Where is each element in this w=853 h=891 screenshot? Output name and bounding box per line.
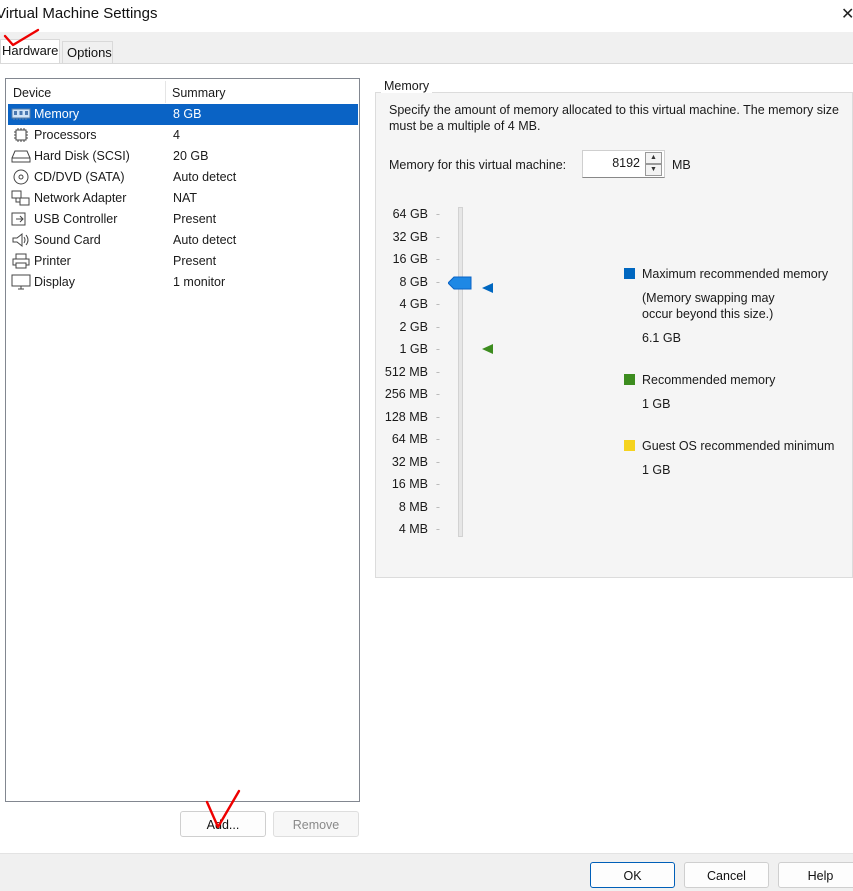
- device-name: Printer: [34, 254, 71, 268]
- memory-size-input[interactable]: 8192: [612, 156, 640, 170]
- device-list[interactable]: Device Summary Memory 8 GB Processors 4 …: [5, 78, 360, 802]
- device-name: Network Adapter: [34, 191, 127, 205]
- recommended-value: 1 GB: [642, 397, 671, 411]
- max-recommended-note: occur beyond this size.): [642, 307, 774, 321]
- decrement-arrow-icon[interactable]: ▼: [645, 164, 662, 176]
- max-recommended-swatch: [624, 268, 635, 279]
- device-name: USB Controller: [34, 212, 118, 226]
- scale-tick: 128 MB -: [384, 409, 440, 424]
- device-row-processors[interactable]: Processors 4: [8, 125, 358, 146]
- scale-tick: 512 MB -: [384, 364, 440, 379]
- device-row-display[interactable]: Display 1 monitor: [8, 272, 358, 293]
- recommended-marker-icon: [482, 344, 493, 354]
- processor-icon: [14, 128, 28, 142]
- add-device-button[interactable]: Add...: [180, 811, 266, 837]
- device-summary: Auto detect: [173, 233, 237, 247]
- ok-button[interactable]: OK: [590, 862, 675, 888]
- device-name: Memory: [34, 107, 80, 121]
- network-adapter-icon: [11, 190, 30, 206]
- max-recommended-note: (Memory swapping may: [642, 291, 775, 305]
- scale-tick: 8 GB -: [399, 274, 441, 289]
- memory-description: Specify the amount of memory allocated t…: [389, 103, 839, 133]
- usb-icon: [11, 212, 26, 226]
- printer-icon: [12, 253, 30, 269]
- memory-slider-thumb[interactable]: [448, 276, 472, 290]
- device-row-hard-disk[interactable]: Hard Disk (SCSI) 20 GB: [8, 146, 358, 167]
- speaker-icon: [12, 232, 29, 248]
- max-recommended-value: 6.1 GB: [642, 331, 681, 345]
- minimum-title: Guest OS recommended minimum: [642, 439, 835, 453]
- close-icon[interactable]: ✕: [841, 4, 853, 22]
- device-name: Display: [34, 275, 75, 289]
- column-header-device[interactable]: Device: [13, 86, 51, 100]
- tab-hardware[interactable]: Hardware: [0, 39, 60, 64]
- memory-size-stepper[interactable]: 8192 ▲ ▼: [582, 150, 665, 178]
- device-name: Processors: [34, 128, 97, 142]
- device-summary: Auto detect: [173, 170, 237, 184]
- hard-disk-icon: [11, 150, 31, 163]
- scale-tick: 32 GB -: [392, 229, 440, 244]
- device-summary: 20 GB: [173, 149, 209, 163]
- device-name: Hard Disk (SCSI): [34, 149, 130, 163]
- remove-device-button[interactable]: Remove: [273, 811, 359, 837]
- increment-arrow-icon[interactable]: ▲: [645, 152, 662, 164]
- tab-strip: Hardware Options: [0, 32, 853, 64]
- minimum-swatch: [624, 440, 635, 451]
- device-summary: NAT: [173, 191, 198, 205]
- device-name: CD/DVD (SATA): [34, 170, 125, 184]
- cd-dvd-icon: [13, 169, 29, 185]
- title-bar: Virtual Machine Settings ✕: [0, 0, 853, 32]
- recommended-swatch: [624, 374, 635, 385]
- scale-tick: 1 GB -: [399, 342, 441, 356]
- help-button[interactable]: Help: [778, 862, 853, 888]
- memory-icon: [11, 108, 31, 120]
- scale-tick: 8 MB -: [398, 499, 440, 514]
- memory-slider-track[interactable]: [458, 207, 463, 537]
- device-row-printer[interactable]: Printer Present: [8, 251, 358, 272]
- scale-tick: 4 GB -: [399, 297, 441, 311]
- minimum-value: 1 GB: [642, 463, 671, 477]
- scale-tick: 256 MB -: [384, 387, 440, 401]
- scale-tick: 32 MB -: [391, 454, 440, 469]
- scale-tick: 64 GB -: [392, 207, 440, 221]
- scale-tick: 2 GB -: [399, 319, 441, 334]
- memory-unit-label: MB: [672, 158, 691, 172]
- device-row-network-adapter[interactable]: Network Adapter NAT: [8, 188, 358, 209]
- column-header-summary[interactable]: Summary: [172, 86, 225, 100]
- device-row-usb-controller[interactable]: USB Controller Present: [8, 209, 358, 230]
- memory-field-label: Memory for this virtual machine:: [389, 158, 567, 172]
- device-list-header: Device Summary: [6, 81, 359, 103]
- device-summary: 4: [173, 128, 180, 142]
- device-name: Sound Card: [34, 233, 101, 247]
- tab-options[interactable]: Options: [62, 41, 113, 63]
- scale-tick: 16 MB -: [391, 477, 440, 491]
- max-recommended-title: Maximum recommended memory: [642, 267, 829, 281]
- scale-tick: 4 MB -: [398, 522, 440, 536]
- window-title: Virtual Machine Settings: [0, 5, 158, 22]
- memory-group-title: Memory: [381, 79, 433, 93]
- max-recommended-marker-icon: [482, 283, 493, 293]
- scale-tick: 16 GB -: [392, 252, 440, 266]
- device-row-sound-card[interactable]: Sound Card Auto detect: [8, 230, 358, 251]
- device-row-cd-dvd[interactable]: CD/DVD (SATA) Auto detect: [8, 167, 358, 188]
- device-summary: Present: [173, 212, 217, 226]
- recommended-title: Recommended memory: [642, 373, 776, 387]
- cancel-button[interactable]: Cancel: [684, 862, 769, 888]
- device-summary: 8 GB: [173, 107, 202, 121]
- device-summary: Present: [173, 254, 217, 268]
- monitor-icon: [11, 274, 31, 290]
- device-row-memory[interactable]: Memory 8 GB: [8, 104, 358, 125]
- column-separator[interactable]: [165, 81, 166, 103]
- device-summary: 1 monitor: [173, 275, 226, 289]
- scale-tick: 64 MB -: [391, 432, 440, 446]
